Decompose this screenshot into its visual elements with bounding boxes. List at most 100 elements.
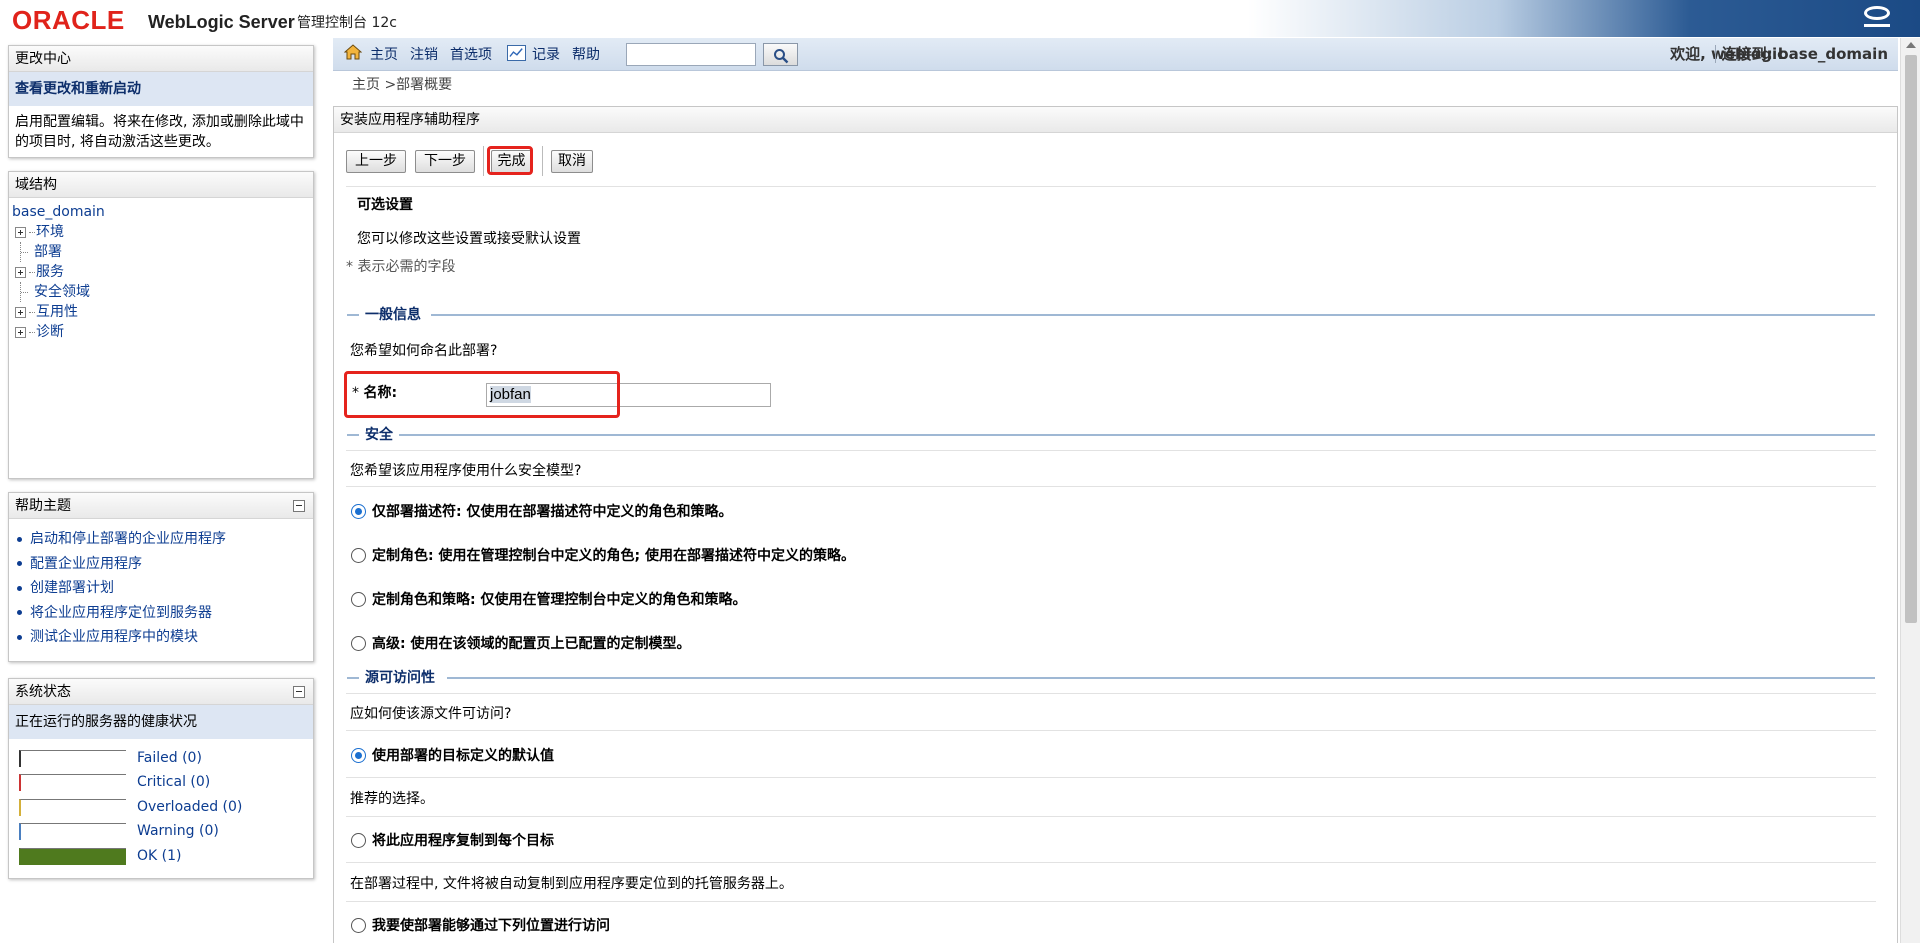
- status-label[interactable]: Overloaded (0): [137, 798, 242, 816]
- source-option-default-note: 推荐的选择。: [350, 791, 434, 807]
- record-icon[interactable]: [507, 45, 526, 61]
- help-topic-link[interactable]: 创建部署计划: [17, 576, 307, 601]
- tree-item-diagnostics[interactable]: 诊断: [36, 322, 64, 342]
- source-question: 应如何使该源文件可访问?: [350, 706, 512, 722]
- system-status-title: 系统状态: [9, 679, 313, 705]
- source-option-custom-location: 我要使部署能够通过下列位置进行访问: [372, 918, 610, 934]
- scroll-thumb[interactable]: [1905, 55, 1917, 623]
- page-scrollbar[interactable]: [1900, 38, 1920, 943]
- status-row-warning: Warning (0): [9, 818, 313, 842]
- divider: [346, 777, 1876, 778]
- section-rule: [347, 314, 359, 316]
- product-name: WebLogic Server: [148, 12, 295, 32]
- oracle-o-icon: [1864, 6, 1890, 20]
- domain-tree: base_domain 环境 部署 服务 安全领域 互用性 诊断: [9, 198, 313, 346]
- tree-connector: [29, 271, 35, 273]
- source-option-copy: 将此应用程序复制到每个目标: [372, 833, 554, 849]
- section-general: 一般信息: [347, 305, 1875, 325]
- optional-settings-intro: 您可以修改这些设置或接受默认设置: [357, 231, 581, 247]
- source-option-copy-note: 在部署过程中, 文件将被自动复制到应用程序要定位到的托管服务器上。: [350, 876, 793, 892]
- divider: [346, 450, 1876, 451]
- divider: [346, 693, 1876, 694]
- section-rule: [347, 434, 359, 436]
- highlight-box: [487, 146, 533, 175]
- status-row-failed: Failed (0): [9, 745, 313, 769]
- security-radio-custom-roles-policies[interactable]: [351, 592, 366, 607]
- security-radio-dd-only[interactable]: [351, 504, 366, 519]
- status-label[interactable]: Failed (0): [137, 749, 202, 767]
- source-radio-default[interactable]: [351, 748, 366, 763]
- name-question: 您希望如何命名此部署?: [350, 343, 498, 359]
- security-radio-advanced[interactable]: [351, 636, 366, 651]
- domain-structure-panel: 域结构 base_domain 环境 部署 服务 安全领域 互用性 诊断: [8, 171, 314, 479]
- required-fields-note: * 表示必需的字段: [346, 259, 456, 275]
- help-topic-link[interactable]: 启动和停止部署的企业应用程序: [17, 527, 307, 552]
- button-separator: [542, 146, 543, 176]
- toolbar-record-link[interactable]: 记录: [532, 46, 560, 64]
- source-radio-custom-location[interactable]: [351, 918, 366, 933]
- help-topic-link[interactable]: 配置企业应用程序: [17, 552, 307, 577]
- toolbar-preferences-link[interactable]: 首选项: [450, 46, 492, 64]
- help-topics-panel: 帮助主题 启动和停止部署的企业应用程序 配置企业应用程序 创建部署计划 将企业应…: [8, 492, 314, 662]
- divider: [346, 816, 1876, 817]
- help-topics-list: 启动和停止部署的企业应用程序 配置企业应用程序 创建部署计划 将企业应用程序定位…: [9, 519, 313, 650]
- status-row-ok: OK (1): [9, 843, 313, 867]
- connected-domain-text: 连接到: base_domain: [1714, 45, 1888, 63]
- section-rule: [347, 677, 359, 679]
- status-row-overloaded: Overloaded (0): [9, 794, 313, 818]
- home-icon[interactable]: [344, 43, 362, 61]
- collapse-icon[interactable]: [293, 686, 305, 698]
- toolbar-logout-link[interactable]: 注销: [410, 46, 438, 64]
- tree-item-environment[interactable]: 环境: [36, 222, 64, 242]
- section-security-label: 安全: [363, 425, 399, 445]
- search-input[interactable]: [626, 43, 756, 66]
- toolbar-home-link[interactable]: 主页: [370, 46, 398, 64]
- main-toolbar: 主页 注销 首选项 记录 帮助 欢迎, weblogic 连接到: base_d…: [333, 38, 1898, 71]
- system-status-subtitle: 正在运行的服务器的健康状况: [9, 705, 313, 739]
- optional-settings-heading: 可选设置: [357, 197, 413, 213]
- change-center-description: 启用配置编辑。将来在修改, 添加或删除此域中的项目时, 将自动激活这些更改。: [15, 114, 304, 150]
- tree-connector: [20, 242, 34, 262]
- back-button[interactable]: 上一步: [346, 150, 406, 173]
- toolbar-help-link[interactable]: 帮助: [572, 46, 600, 64]
- section-rule: [431, 314, 1875, 316]
- search-icon: [773, 48, 788, 63]
- status-label[interactable]: OK (1): [137, 847, 181, 865]
- view-changes-restart-link[interactable]: 查看更改和重新启动: [9, 72, 313, 106]
- scroll-up-arrow-icon[interactable]: [1906, 42, 1916, 48]
- tree-item-services[interactable]: 服务: [36, 262, 64, 282]
- help-topic-link[interactable]: 测试企业应用程序中的模块: [17, 625, 307, 650]
- help-topic-link[interactable]: 将企业应用程序定位到服务器: [17, 601, 307, 626]
- tree-root-base-domain[interactable]: base_domain: [12, 202, 105, 222]
- status-label[interactable]: Critical (0): [137, 773, 210, 791]
- divider: [346, 486, 1876, 487]
- expand-icon[interactable]: [15, 266, 26, 278]
- security-option-label: 高级: 使用在该领域的配置页上已配置的定制模型。: [372, 636, 691, 652]
- system-status-panel: 系统状态 正在运行的服务器的健康状况 Failed (0) Critical (…: [8, 678, 314, 879]
- expand-icon[interactable]: [15, 326, 26, 338]
- tree-connector: [20, 282, 34, 302]
- search-button[interactable]: [763, 43, 798, 66]
- expand-icon[interactable]: [15, 226, 26, 238]
- app-header: ORACLE WebLogic Server 管理控制台 12c: [0, 0, 1920, 37]
- source-radio-copy[interactable]: [351, 833, 366, 848]
- cancel-button[interactable]: 取消: [551, 150, 593, 173]
- wizard-title: 安装应用程序辅助程序: [334, 107, 1897, 133]
- divider: [346, 730, 1876, 731]
- tree-item-deployments[interactable]: 部署: [34, 242, 62, 262]
- next-button[interactable]: 下一步: [415, 150, 475, 173]
- tree-item-interoperability[interactable]: 互用性: [36, 302, 78, 322]
- tree-item-security-realms[interactable]: 安全领域: [34, 282, 90, 302]
- tree-connector: [29, 331, 35, 333]
- expand-icon[interactable]: [15, 306, 26, 318]
- collapse-icon[interactable]: [293, 500, 305, 512]
- status-row-critical: Critical (0): [9, 769, 313, 793]
- status-bar: [19, 823, 126, 841]
- security-radio-custom-roles[interactable]: [351, 548, 366, 563]
- section-rule: [447, 677, 1875, 679]
- divider: [346, 862, 1876, 863]
- section-rule: [399, 434, 1875, 436]
- status-label[interactable]: Warning (0): [137, 822, 219, 840]
- breadcrumb[interactable]: 主页 >部署概要: [352, 76, 452, 94]
- section-security: 安全: [347, 425, 1875, 445]
